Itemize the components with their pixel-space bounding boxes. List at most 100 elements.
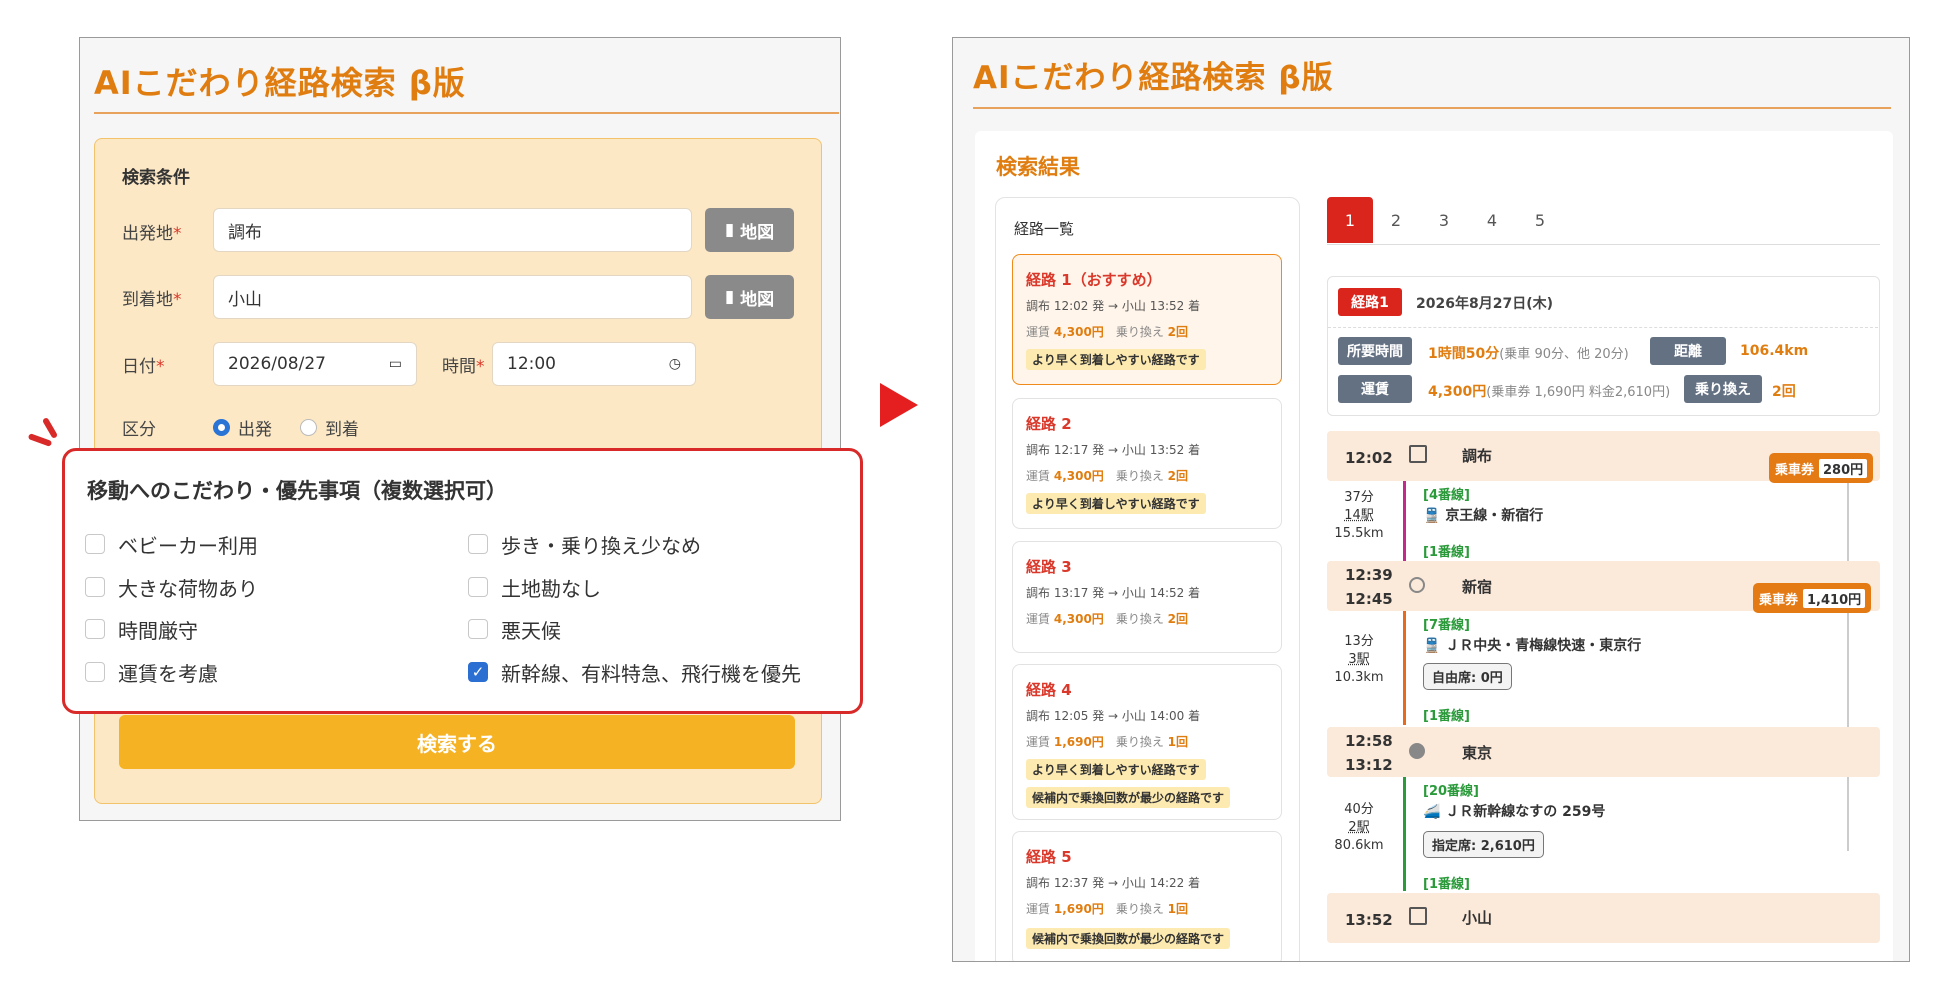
- station-time: 12:39 12:45: [1345, 566, 1393, 608]
- transfer-value: 2回: [1772, 384, 1796, 400]
- app-title: AIこだわり経路検索 β版: [94, 64, 466, 102]
- conditions-title: 検索条件: [122, 168, 190, 188]
- route-date: 2026年8月27日(木): [1416, 296, 1553, 312]
- station-row: 13:52 小山: [1327, 893, 1880, 943]
- route-times: 調布 13:17 発 → 小山 14:52 着: [1026, 586, 1201, 600]
- route-card[interactable]: 経路 1（おすすめ） 調布 12:02 発 → 小山 13:52 着 運賃 4,…: [1012, 254, 1282, 385]
- pref-checkbox[interactable]: [468, 534, 488, 554]
- platform-label: [1番線]: [1423, 709, 1470, 724]
- seat-badge: 自由席: 0円: [1423, 663, 1512, 690]
- pref-label: 土地勘なし: [501, 577, 601, 601]
- pref-label: 時間厳守: [118, 619, 198, 643]
- pref-label: 歩き・乗り換え少なめ: [501, 534, 701, 558]
- fare-label: 運賃: [1338, 375, 1412, 403]
- time-input[interactable]: 12:00 ◷: [492, 342, 696, 386]
- pref-checkbox[interactable]: [85, 619, 105, 639]
- train-icon: 🚆: [1423, 508, 1441, 524]
- route-summary: 経路1 2026年8月27日(木) 所要時間 1時間50分(乗車 90分、他 2…: [1327, 276, 1880, 416]
- route-card[interactable]: 経路 2 調布 12:17 発 → 小山 13:52 着 運賃 4,300円 乗…: [1012, 398, 1282, 529]
- dest-label: 到着地*: [122, 290, 182, 310]
- route-fare: 運賃 4,300円 乗り換え 2回: [1026, 325, 1189, 339]
- tab-2[interactable]: 2: [1373, 197, 1419, 243]
- square-icon: [1409, 445, 1427, 463]
- shinkansen-icon: 🚄: [1423, 804, 1441, 820]
- route-card[interactable]: 経路 5 調布 12:37 発 → 小山 14:22 着 運賃 1,690円 乗…: [1012, 831, 1282, 961]
- transfer-label: 乗り換え: [1684, 375, 1762, 403]
- square-icon: [1409, 907, 1427, 925]
- route-title: 経路 2: [1026, 415, 1072, 433]
- pref-label: 悪天候: [501, 619, 561, 643]
- title-divider: [94, 112, 839, 114]
- distance-label: 距離: [1650, 337, 1726, 365]
- segment-line: [1403, 611, 1406, 725]
- route-fare: 運賃 4,300円 乗り換え 2回: [1026, 469, 1189, 483]
- map-icon: ▮: [724, 220, 735, 240]
- origin-map-button[interactable]: ▮ 地図: [705, 208, 794, 252]
- train-line: 🚄 ＪＲ新幹線なすの 259号: [1423, 804, 1606, 820]
- route-card[interactable]: 経路 4 調布 12:05 発 → 小山 14:00 着 運賃 1,690円 乗…: [1012, 664, 1282, 820]
- pref-checkbox[interactable]: [85, 577, 105, 597]
- ticket-badge: 乗車券 1,410円: [1753, 583, 1872, 613]
- search-button[interactable]: 検索する: [119, 715, 795, 769]
- segment-line: [1403, 481, 1406, 561]
- results-box: 検索結果 経路一覧 経路 1（おすすめ） 調布 12:02 発 → 小山 13:…: [975, 131, 1893, 961]
- pref-checkbox[interactable]: [85, 534, 105, 554]
- route-badge: より早く到着しやすい経路です: [1026, 493, 1206, 514]
- pref-checkbox[interactable]: [85, 662, 105, 682]
- map-icon: ▮: [724, 287, 735, 307]
- dest-map-button[interactable]: ▮ 地図: [705, 275, 794, 319]
- route-badge: 候補内で乗換回数が最少の経路です: [1026, 787, 1231, 808]
- platform-label: [4番線]: [1423, 488, 1470, 503]
- tab-4[interactable]: 4: [1469, 197, 1515, 243]
- pref-checkbox-checked[interactable]: ✓: [468, 662, 488, 682]
- platform-label: [7番線]: [1423, 618, 1470, 633]
- station-time: 13:52: [1345, 911, 1393, 929]
- segment-stats: 13分 3駅 10.3km: [1334, 634, 1384, 685]
- ticket-line: [1847, 476, 1849, 851]
- station-name: 新宿: [1462, 578, 1493, 596]
- platform-label: [20番線]: [1423, 784, 1479, 799]
- route-title: 経路 5: [1026, 848, 1072, 866]
- origin-input[interactable]: 調布: [213, 208, 692, 252]
- origin-label: 出発地*: [122, 224, 182, 244]
- ticket-badge: 乗車券 280円: [1769, 453, 1874, 483]
- distance-value: 106.4km: [1740, 343, 1809, 359]
- station-row: 12:58 13:12 東京: [1327, 727, 1880, 777]
- check-icon: ✓: [471, 663, 485, 681]
- platform-label: [1番線]: [1423, 545, 1470, 560]
- kind-label: 区分: [122, 420, 156, 440]
- tab-5[interactable]: 5: [1517, 197, 1563, 243]
- route-label-badge: 経路1: [1338, 288, 1402, 316]
- route-times: 調布 12:02 発 → 小山 13:52 着: [1026, 299, 1201, 313]
- radio-depart[interactable]: [213, 419, 230, 436]
- tab-3[interactable]: 3: [1421, 197, 1467, 243]
- preferences-title: 移動へのこだわり・優先事項（複数選択可）: [87, 479, 507, 503]
- platform-label: [1番線]: [1423, 877, 1470, 892]
- duration-label: 所要時間: [1338, 337, 1412, 365]
- emphasis-mark: [27, 433, 53, 447]
- date-input[interactable]: 2026/08/27 ▭: [213, 342, 417, 386]
- route-badge: 候補内で乗換回数が最少の経路です: [1026, 928, 1231, 949]
- seat-badge: 指定席: 2,610円: [1423, 831, 1544, 858]
- preferences-highlight: 移動へのこだわり・優先事項（複数選択可） ベビーカー利用 歩き・乗り換え少なめ …: [62, 448, 863, 714]
- transfer-circle-icon: [1409, 743, 1425, 759]
- duration-value: 1時間50分(乗車 90分、他 20分): [1428, 346, 1629, 362]
- radio-arrive[interactable]: [300, 419, 317, 436]
- route-card[interactable]: 経路 3 調布 13:17 発 → 小山 14:52 着 運賃 4,300円 乗…: [1012, 541, 1282, 653]
- route-times: 調布 12:05 発 → 小山 14:00 着: [1026, 709, 1201, 723]
- tab-divider: [1327, 244, 1880, 245]
- dest-input[interactable]: 小山: [213, 275, 692, 319]
- app-title: AIこだわり経路検索 β版: [973, 60, 1334, 96]
- tab-1[interactable]: 1: [1327, 197, 1373, 243]
- pref-label: 新幹線、有料特急、飛行機を優先: [501, 662, 801, 686]
- emphasis-mark: [41, 416, 59, 440]
- pref-checkbox[interactable]: [468, 577, 488, 597]
- segment-stats: 37分 14駅 15.5km: [1334, 490, 1384, 541]
- radio-depart-label: 出発: [238, 420, 272, 440]
- route-times: 調布 12:17 発 → 小山 13:52 着: [1026, 443, 1201, 457]
- summary-divider: [1328, 327, 1878, 328]
- route-badge: より早く到着しやすい経路です: [1026, 759, 1206, 780]
- route-title: 経路 3: [1026, 558, 1072, 576]
- station-time: 12:58 13:12: [1345, 732, 1393, 774]
- pref-checkbox[interactable]: [468, 619, 488, 639]
